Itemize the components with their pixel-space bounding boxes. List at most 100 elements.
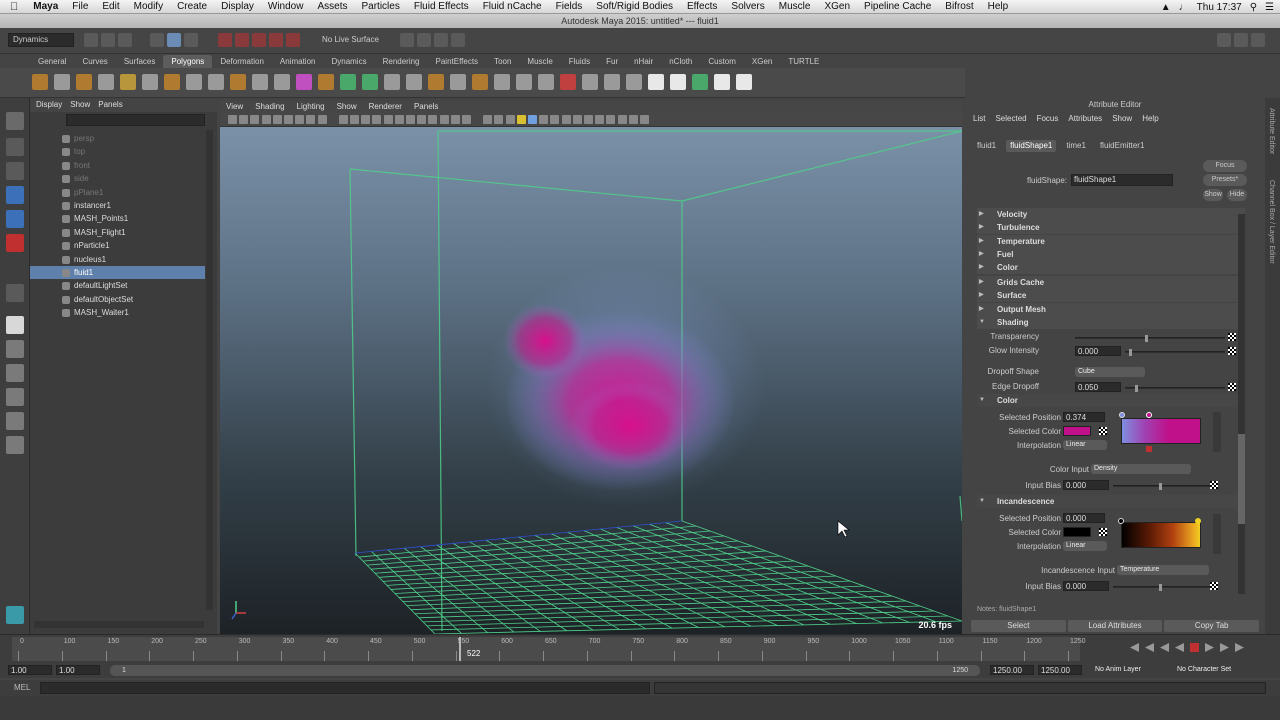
shelf-tool-icon[interactable] xyxy=(494,74,510,90)
outliner-item[interactable]: defaultLightSet xyxy=(30,279,205,292)
shelf-tab-fur[interactable]: Fur xyxy=(598,55,626,68)
incand-ramp-expand-bar[interactable] xyxy=(1213,514,1221,554)
viewport-tool-icon[interactable] xyxy=(595,115,605,124)
color-subsection-header[interactable]: ▼ Color xyxy=(977,394,1245,407)
incand-map-icon[interactable] xyxy=(1099,528,1107,536)
menu-display[interactable]: Display xyxy=(214,1,261,12)
volume-icon[interactable]: ♩ xyxy=(1179,2,1189,13)
mel-label[interactable]: MEL xyxy=(14,683,30,692)
object-mode-icon[interactable] xyxy=(167,33,181,47)
apple-icon[interactable]:  xyxy=(0,1,26,13)
step-forward-icon[interactable] xyxy=(1205,643,1214,652)
incand-input-bias-slider[interactable] xyxy=(1113,584,1213,591)
menu-assets[interactable]: Assets xyxy=(310,1,354,12)
menu-muscle[interactable]: Muscle xyxy=(772,1,818,12)
menu-modify[interactable]: Modify xyxy=(127,1,170,12)
shelf-tool-icon[interactable] xyxy=(340,74,356,90)
mel-command-input[interactable] xyxy=(40,682,650,694)
toggle-channel-box-icon[interactable] xyxy=(1251,33,1265,47)
viewport-tool-icon[interactable] xyxy=(617,115,627,124)
shelf-tab-general[interactable]: General xyxy=(30,55,74,68)
snap-plane-icon[interactable] xyxy=(269,33,283,47)
menu-bifrost[interactable]: Bifrost xyxy=(938,1,980,12)
viewport-tool-icon[interactable] xyxy=(284,115,293,124)
shelf-tab-painteffects[interactable]: PaintEffects xyxy=(428,55,487,68)
start-time-field[interactable]: 1.00 xyxy=(8,665,52,675)
shelf-tab-curves[interactable]: Curves xyxy=(74,55,115,68)
snap-grid-icon[interactable] xyxy=(218,33,232,47)
stop-icon[interactable] xyxy=(1190,643,1199,652)
outliner-item[interactable]: persp xyxy=(30,132,205,145)
layout-four-icon[interactable] xyxy=(6,340,24,358)
shelf-tab-custom[interactable]: Custom xyxy=(700,55,744,68)
incand-selected-position-field[interactable]: 0.000 xyxy=(1063,513,1105,523)
anim-layer-select[interactable]: No Anim Layer xyxy=(1092,665,1168,675)
shelf-tool-icon[interactable] xyxy=(142,74,158,90)
scale-tool-icon[interactable] xyxy=(6,234,24,252)
ae-menu-help[interactable]: Help xyxy=(1142,112,1158,126)
viewport-tool-icon[interactable] xyxy=(306,115,316,124)
copy-tab-button[interactable]: Copy Tab xyxy=(1164,620,1260,632)
layout-two-icon[interactable] xyxy=(6,364,24,382)
shelf-tab-rendering[interactable]: Rendering xyxy=(375,55,428,68)
viewport-tool-icon[interactable] xyxy=(561,115,571,124)
step-back-icon[interactable] xyxy=(1160,643,1169,652)
shelf-tab-dynamics[interactable]: Dynamics xyxy=(323,55,374,68)
outliner-item[interactable]: MASH_Flight1 xyxy=(30,226,205,239)
snap-point-icon[interactable] xyxy=(252,33,266,47)
viewport-menu-panels[interactable]: Panels xyxy=(414,101,438,113)
color-bias-map-icon[interactable] xyxy=(1210,481,1218,489)
attribute-editor-side-tab[interactable]: Attribute Editor xyxy=(1268,108,1275,154)
viewport-tool-icon[interactable] xyxy=(483,115,493,124)
color-ramp-delete-handle[interactable] xyxy=(1146,446,1152,452)
section-temperature[interactable]: ▶ Temperature xyxy=(977,235,1245,248)
edge-dropoff-map-icon[interactable] xyxy=(1228,383,1236,391)
menuset-select[interactable]: Dynamics xyxy=(8,33,74,47)
color-input-bias-field[interactable]: 0.000 xyxy=(1063,480,1109,490)
shelf-tool-icon[interactable] xyxy=(230,74,246,90)
shelf-tab-animation[interactable]: Animation xyxy=(272,55,324,68)
last-tool-icon[interactable] xyxy=(6,284,24,302)
save-scene-icon[interactable] xyxy=(118,33,132,47)
outliner-hscrollbar[interactable] xyxy=(34,621,204,628)
outliner-item[interactable]: nParticle1 xyxy=(30,239,205,252)
viewport-tool-icon[interactable] xyxy=(606,115,616,124)
section-velocity[interactable]: ▶ Velocity xyxy=(977,208,1245,221)
color-ramp-expand-bar[interactable] xyxy=(1213,412,1221,452)
glow-map-icon[interactable] xyxy=(1228,347,1236,355)
menu-pipeline-cache[interactable]: Pipeline Cache xyxy=(857,1,938,12)
viewport-tool-icon[interactable] xyxy=(516,115,526,124)
shape-name-field[interactable]: fluidShape1 xyxy=(1071,174,1173,186)
open-scene-icon[interactable] xyxy=(101,33,115,47)
outliner-item[interactable]: instancer1 xyxy=(30,199,205,212)
color-interpolation-select[interactable]: Linear xyxy=(1063,440,1107,450)
snap-curve-icon[interactable] xyxy=(235,33,249,47)
play-backward-icon[interactable] xyxy=(1175,643,1184,652)
shelf-tab-turtle[interactable]: TURTLE xyxy=(780,55,827,68)
shelf-tool-icon[interactable] xyxy=(670,74,686,90)
viewport-tool-icon[interactable] xyxy=(361,115,371,124)
transparency-map-icon[interactable] xyxy=(1228,333,1236,341)
shelf-tab-xgen[interactable]: XGen xyxy=(744,55,780,68)
perspective-viewport[interactable]: View Shading Lighting Show Renderer Panels 20… xyxy=(220,101,962,634)
shelf-tool-icon[interactable] xyxy=(626,74,642,90)
layout-graph-icon[interactable] xyxy=(6,412,24,430)
viewport-tool-icon[interactable] xyxy=(428,115,438,124)
color-input-bias-slider[interactable] xyxy=(1113,483,1213,490)
dropoff-shape-select[interactable]: Cube xyxy=(1075,367,1145,377)
outliner-item[interactable]: fluid1 xyxy=(30,266,205,279)
color-input-select[interactable]: Density xyxy=(1091,464,1191,474)
shelf-tool-icon[interactable] xyxy=(208,74,224,90)
ae-tab-fluid1[interactable]: fluid1 xyxy=(973,140,1000,152)
incand-bias-map-icon[interactable] xyxy=(1210,582,1218,590)
component-mode-icon[interactable] xyxy=(184,33,198,47)
section-grids-cache[interactable]: ▶ Grids Cache xyxy=(977,276,1245,289)
ae-tab-time1[interactable]: time1 xyxy=(1062,140,1090,152)
shelf-tool-icon[interactable] xyxy=(472,74,488,90)
snap-live-icon[interactable] xyxy=(286,33,300,47)
shelf-tool-icon[interactable] xyxy=(516,74,532,90)
section-color[interactable]: ▶ Color xyxy=(977,261,1245,274)
outliner-item[interactable]: top xyxy=(30,145,205,158)
end-time-field[interactable]: 1250.00 xyxy=(1038,665,1082,675)
menu-effects[interactable]: Effects xyxy=(680,1,724,12)
